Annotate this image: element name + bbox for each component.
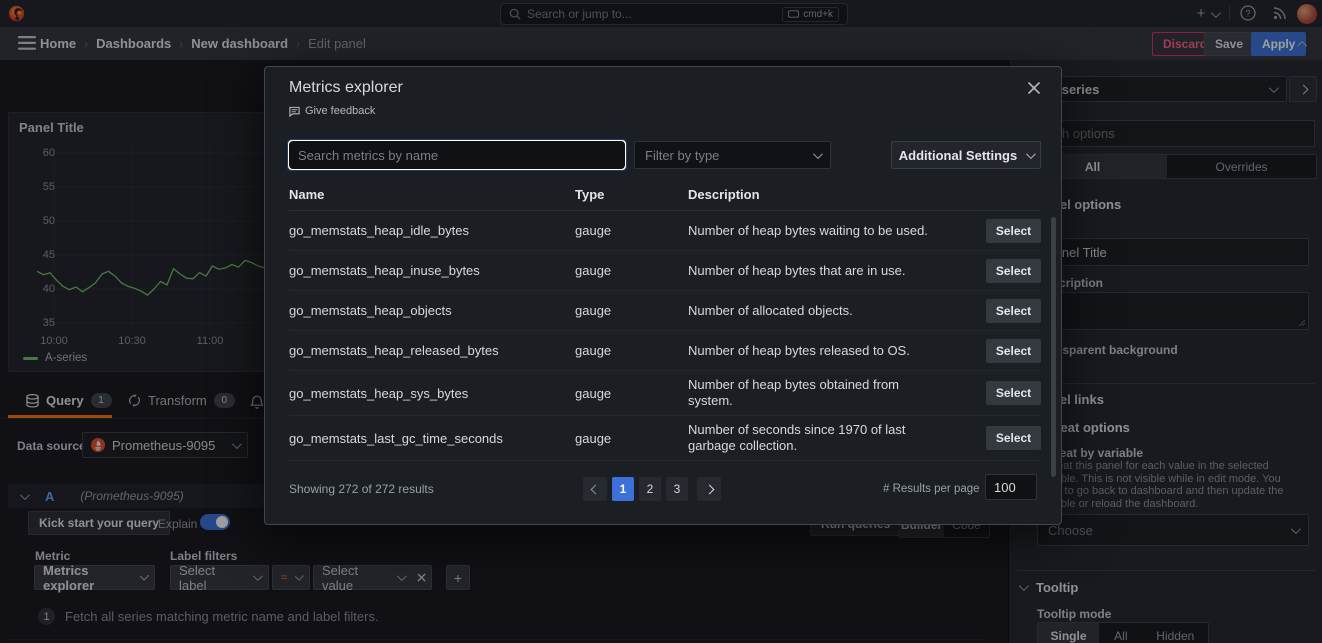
additional-settings-chevron-icon (1026, 149, 1036, 159)
page-button-1[interactable]: 1 (612, 477, 634, 501)
give-feedback-label: Give feedback (305, 105, 375, 117)
metrics-search-input[interactable] (289, 141, 625, 169)
metrics-table-header: Name Type Description (289, 187, 1037, 202)
previous-page-button[interactable] (583, 477, 607, 501)
metric-type: gauge (575, 386, 688, 401)
comment-icon (289, 106, 300, 117)
metric-name: go_memstats_heap_idle_bytes (289, 223, 575, 238)
metrics-table-body: go_memstats_heap_idle_bytes gauge Number… (289, 211, 1041, 461)
grafana-app: Search or jump to... cmd+k + ? (0, 0, 1322, 643)
metric-row: go_memstats_heap_inuse_bytes gauge Numbe… (289, 251, 1041, 291)
modal-title: Metrics explorer (289, 79, 403, 97)
metric-type: gauge (575, 263, 688, 278)
metric-type: gauge (575, 303, 688, 318)
metric-select-button[interactable]: Select (986, 219, 1041, 243)
next-page-button[interactable] (697, 477, 721, 501)
close-icon[interactable] (1027, 81, 1041, 95)
page-button-3[interactable]: 3 (666, 477, 688, 501)
metric-row: go_memstats_heap_objects gauge Number of… (289, 291, 1041, 331)
additional-settings-label: Additional Settings (899, 148, 1017, 163)
metric-name: go_memstats_heap_sys_bytes (289, 386, 575, 401)
results-per-page-label: # Results per page (883, 483, 980, 495)
metric-type: gauge (575, 343, 688, 358)
metric-name: go_memstats_heap_released_bytes (289, 343, 575, 358)
additional-settings-button[interactable]: Additional Settings (891, 141, 1041, 169)
metric-name: go_memstats_last_gc_time_seconds (289, 431, 575, 446)
filter-by-type-placeholder: Filter by type (645, 148, 719, 163)
metric-name: go_memstats_heap_objects (289, 303, 575, 318)
metric-select-button[interactable]: Select (986, 381, 1041, 405)
chevron-left-icon (590, 484, 600, 494)
metric-description: Number of allocated objects. (688, 297, 946, 325)
metric-description: Number of heap bytes obtained from syste… (688, 371, 946, 415)
metric-description: Number of heap bytes that are in use. (688, 257, 946, 285)
results-count: Showing 272 of 272 results (289, 482, 434, 496)
metric-name: go_memstats_heap_inuse_bytes (289, 263, 575, 278)
metric-select-button[interactable]: Select (986, 339, 1041, 363)
metric-type: gauge (575, 431, 688, 446)
metric-row: go_memstats_last_gc_time_seconds gauge N… (289, 416, 1041, 461)
metric-row: go_memstats_heap_sys_bytes gauge Number … (289, 371, 1041, 416)
column-name: Name (289, 187, 575, 202)
give-feedback-link[interactable]: Give feedback (289, 105, 375, 117)
modal-scrollbar[interactable] (1051, 217, 1056, 477)
column-type: Type (575, 187, 688, 202)
results-per-page-input[interactable] (985, 474, 1037, 500)
metric-select-button[interactable]: Select (986, 299, 1041, 323)
chevron-right-icon (704, 484, 714, 494)
metric-row: go_memstats_heap_idle_bytes gauge Number… (289, 211, 1041, 251)
metrics-explorer-modal: Metrics explorer Give feedback Filter by… (264, 66, 1062, 525)
filter-by-type-select[interactable]: Filter by type (634, 141, 831, 169)
pagination: 1 2 3 (583, 477, 721, 501)
column-description: Description (688, 187, 946, 202)
page-button-2[interactable]: 2 (639, 477, 661, 501)
metric-select-button[interactable]: Select (986, 259, 1041, 283)
metric-description: Number of seconds since 1970 of last gar… (688, 416, 946, 460)
filter-chevron-icon (813, 149, 823, 159)
metric-type: gauge (575, 223, 688, 238)
metric-select-button[interactable]: Select (986, 426, 1041, 450)
metric-description: Number of heap bytes waiting to be used. (688, 217, 946, 245)
metric-row: go_memstats_heap_released_bytes gauge Nu… (289, 331, 1041, 371)
metric-description: Number of heap bytes released to OS. (688, 337, 946, 365)
